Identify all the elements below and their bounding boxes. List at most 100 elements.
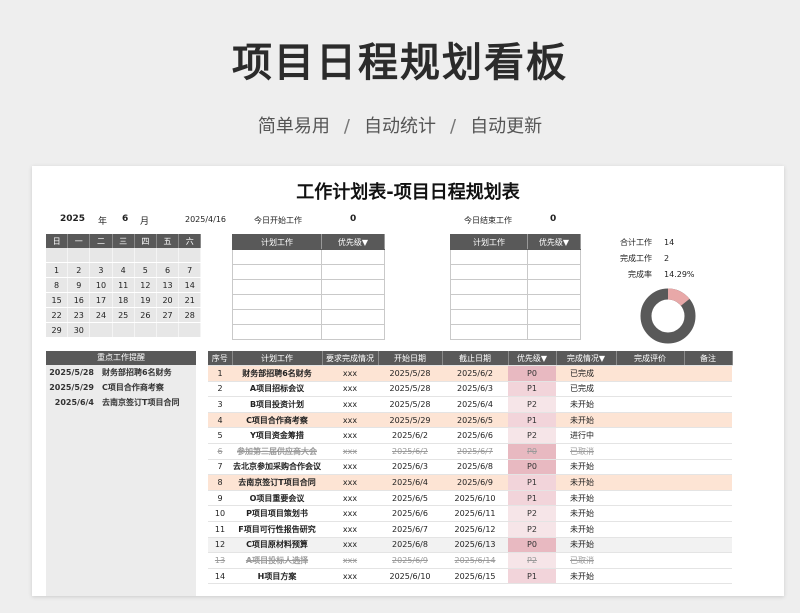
calendar-day[interactable]: 18 (112, 292, 135, 308)
task-name[interactable]: C项目原材料预算 (232, 537, 322, 554)
task-name[interactable]: O项目重要会议 (232, 490, 322, 507)
row-number[interactable]: 8 (208, 474, 232, 491)
status-cell[interactable]: 未开始 (556, 490, 616, 507)
requirement[interactable]: xxx (322, 443, 378, 460)
evaluation-cell[interactable] (616, 505, 684, 522)
priority-cell[interactable]: P1 (508, 474, 556, 491)
start-date[interactable]: 2025/6/10 (378, 568, 442, 585)
requirement[interactable]: xxx (322, 365, 378, 382)
table-row[interactable]: 2 A项目招标会议 xxx 2025/5/28 2025/6/3 P1 已完成 (208, 381, 732, 398)
plan-cell[interactable] (450, 249, 528, 265)
start-date[interactable]: 2025/5/29 (378, 412, 442, 429)
plan-cell[interactable] (450, 309, 528, 325)
requirement[interactable]: xxx (322, 459, 378, 476)
task-name[interactable]: 财务部招聘6名财务 (232, 365, 322, 382)
row-number[interactable]: 13 (208, 552, 232, 569)
notes-cell[interactable] (684, 521, 732, 538)
plan-cell[interactable] (527, 279, 581, 295)
status-cell[interactable]: 已取消 (556, 443, 616, 460)
table-row[interactable]: 3 B项目投资计划 xxx 2025/5/28 2025/6/4 P2 未开始 (208, 396, 732, 413)
start-date[interactable]: 2025/5/28 (378, 381, 442, 398)
evaluation-cell[interactable] (616, 521, 684, 538)
calendar-day[interactable]: 11 (112, 277, 135, 293)
notes-cell[interactable] (684, 365, 732, 382)
calendar-day[interactable]: 4 (112, 262, 135, 278)
plan-cell[interactable] (450, 294, 528, 310)
notes-cell[interactable] (684, 381, 732, 398)
plan-cell[interactable] (450, 324, 528, 340)
task-name[interactable]: Y项目资金筹措 (232, 427, 322, 444)
row-number[interactable]: 9 (208, 490, 232, 507)
priority-cell[interactable]: P0 (508, 365, 556, 382)
priority-cell[interactable]: P0 (508, 443, 556, 460)
notes-cell[interactable] (684, 412, 732, 429)
priority-filter[interactable]: 优先级▼ (321, 234, 385, 250)
plan-cell[interactable] (450, 279, 528, 295)
calendar-day[interactable]: 23 (67, 307, 91, 323)
plan-cell[interactable] (527, 324, 581, 340)
calendar-day[interactable]: 15 (46, 292, 69, 308)
calendar-day[interactable]: 5 (134, 262, 157, 278)
end-date[interactable]: 2025/6/6 (442, 427, 508, 444)
calendar-day[interactable]: 21 (178, 292, 202, 308)
evaluation-cell[interactable] (616, 537, 684, 554)
plan-cell[interactable] (527, 294, 581, 310)
plan-cell[interactable] (321, 324, 385, 340)
start-date[interactable]: 2025/6/8 (378, 537, 442, 554)
notes-cell[interactable] (684, 459, 732, 476)
start-date[interactable]: 2025/6/6 (378, 505, 442, 522)
row-number[interactable]: 7 (208, 459, 232, 476)
start-date[interactable]: 2025/6/7 (378, 521, 442, 538)
start-date[interactable]: 2025/5/28 (378, 365, 442, 382)
task-name[interactable]: P项目项目策划书 (232, 505, 322, 522)
evaluation-cell[interactable] (616, 396, 684, 413)
plan-cell[interactable] (321, 264, 385, 280)
start-date[interactable]: 2025/6/2 (378, 427, 442, 444)
calendar-day[interactable] (178, 248, 202, 263)
calendar-day[interactable] (178, 322, 202, 338)
table-row[interactable]: 6 参加第三届供应商大会 xxx 2025/6/2 2025/6/7 P0 已取消 (208, 443, 732, 460)
task-name[interactable]: B项目投资计划 (232, 396, 322, 413)
row-number[interactable]: 1 (208, 365, 232, 382)
end-date[interactable]: 2025/6/2 (442, 365, 508, 382)
priority-cell[interactable]: P2 (508, 427, 556, 444)
priority-cell[interactable]: P0 (508, 537, 556, 554)
priority-filter[interactable]: 优先级▼ (508, 351, 557, 366)
calendar-day[interactable] (112, 322, 135, 338)
table-row[interactable]: 13 A项目投标人选择 xxx 2025/6/9 2025/6/14 P2 已取消 (208, 552, 732, 569)
row-number[interactable]: 14 (208, 568, 232, 585)
requirement[interactable]: xxx (322, 396, 378, 413)
notes-cell[interactable] (684, 443, 732, 460)
task-name[interactable]: 去北京参加采购合作会议 (232, 459, 322, 476)
row-number[interactable]: 11 (208, 521, 232, 538)
evaluation-cell[interactable] (616, 459, 684, 476)
row-number[interactable]: 10 (208, 505, 232, 522)
end-date[interactable]: 2025/6/14 (442, 552, 508, 569)
end-date[interactable]: 2025/6/10 (442, 490, 508, 507)
row-number[interactable]: 4 (208, 412, 232, 429)
calendar-day[interactable]: 1 (46, 262, 69, 278)
status-cell[interactable]: 未开始 (556, 412, 616, 429)
calendar-day[interactable] (89, 248, 113, 263)
evaluation-cell[interactable] (616, 412, 684, 429)
calendar-day[interactable]: 24 (89, 307, 113, 323)
requirement[interactable]: xxx (322, 381, 378, 398)
end-date[interactable]: 2025/6/4 (442, 396, 508, 413)
table-row[interactable]: 14 H项目方案 xxx 2025/6/10 2025/6/15 P1 未开始 (208, 568, 732, 585)
row-number[interactable]: 6 (208, 443, 232, 460)
end-date[interactable]: 2025/6/11 (442, 505, 508, 522)
plan-cell[interactable] (232, 249, 322, 265)
task-name[interactable]: C项目合作商考察 (232, 412, 322, 429)
table-row[interactable]: 4 C项目合作商考察 xxx 2025/5/29 2025/6/5 P1 未开始 (208, 412, 732, 429)
plan-cell[interactable] (321, 279, 385, 295)
plan-cell[interactable] (232, 309, 322, 325)
task-name[interactable]: 去南京签订T项目合同 (232, 474, 322, 491)
row-number[interactable]: 3 (208, 396, 232, 413)
calendar-day[interactable] (67, 248, 91, 263)
table-row[interactable]: 7 去北京参加采购合作会议 xxx 2025/6/3 2025/6/8 P0 未开始 (208, 459, 732, 476)
calendar-day[interactable]: 9 (67, 277, 91, 293)
status-cell[interactable]: 未开始 (556, 396, 616, 413)
start-date[interactable]: 2025/5/28 (378, 396, 442, 413)
calendar-day[interactable]: 7 (178, 262, 202, 278)
plan-cell[interactable] (321, 294, 385, 310)
